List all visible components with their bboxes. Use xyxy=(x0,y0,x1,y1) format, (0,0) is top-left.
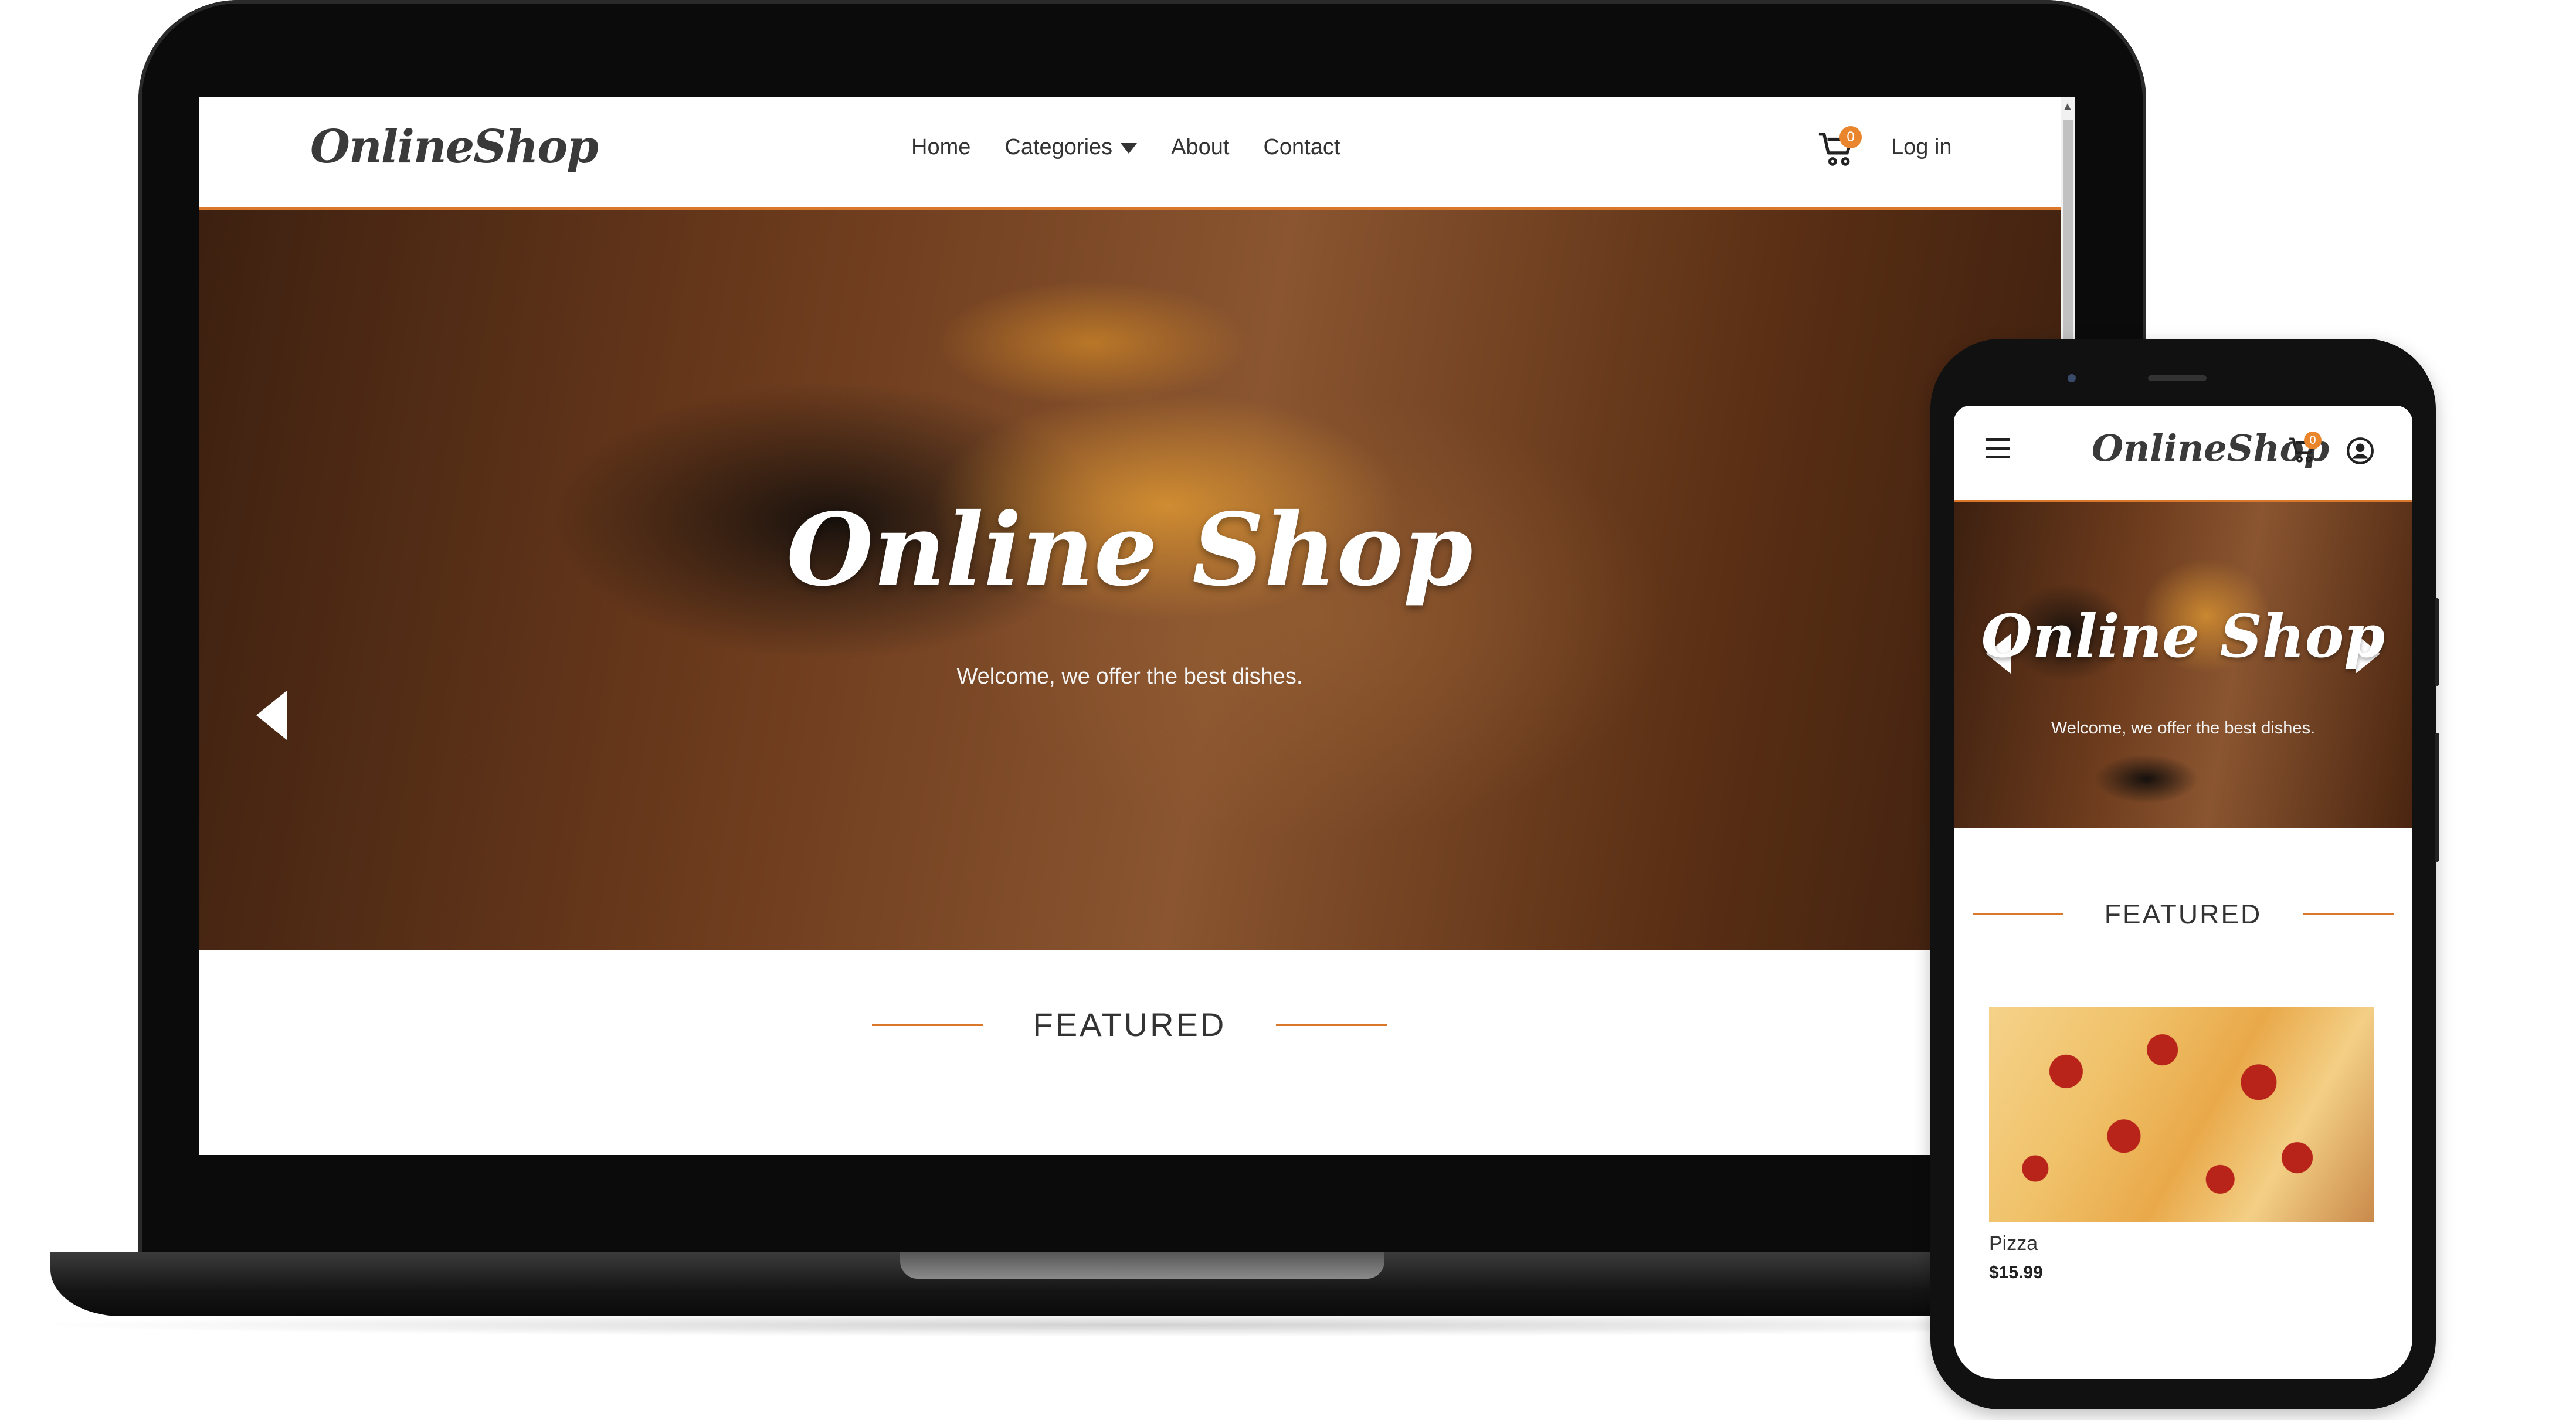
logo-text: OnlineShop xyxy=(310,120,599,174)
hero-subtitle: Welcome, we offer the best dishes. xyxy=(2051,719,2316,738)
laptop-notch xyxy=(900,1252,1384,1279)
user-account-icon[interactable] xyxy=(2346,436,2375,466)
phone-speaker xyxy=(2148,375,2207,381)
phone-side-button-2 xyxy=(2435,733,2439,862)
mobile-hero-carousel: Online Shop Welcome, we offer the best d… xyxy=(1954,502,2412,828)
desktop-logo[interactable]: OnlineShop xyxy=(310,114,599,174)
product-name[interactable]: Pizza xyxy=(1989,1232,2038,1255)
featured-heading: FEATURED xyxy=(1954,898,2412,930)
nav-categories[interactable]: Categories xyxy=(1004,135,1138,160)
divider-left xyxy=(872,1023,984,1026)
divider-right xyxy=(2302,913,2394,915)
cart-badge: 0 xyxy=(1839,126,1862,148)
hero-carousel: Online Shop Welcome, we offer the best d… xyxy=(199,210,2061,950)
login-link[interactable]: Log in xyxy=(1891,135,1952,160)
cart-badge: 0 xyxy=(2304,432,2322,449)
featured-label: FEATURED xyxy=(1033,1006,1227,1043)
laptop-shadow xyxy=(23,1313,2252,1337)
desktop-menu: Home Categories About Contact xyxy=(911,135,1340,160)
hamburger-menu-icon[interactable] xyxy=(1986,438,2010,459)
desktop-screen: OnlineShop Home Categories About Contact… xyxy=(199,97,2075,1155)
nav-about[interactable]: About xyxy=(1171,135,1229,160)
mobile-screen: OnlineShop 0 Online Shop Welcome, we off… xyxy=(1954,406,2412,1379)
featured-label: FEATURED xyxy=(2104,899,2262,929)
phone-side-button xyxy=(2435,598,2439,686)
product-price: $15.99 xyxy=(1989,1263,2043,1282)
nav-home[interactable]: Home xyxy=(911,135,970,160)
scroll-up-arrow-icon[interactable]: ▲ xyxy=(2062,100,2073,114)
nav-contact[interactable]: Contact xyxy=(1263,135,1340,160)
phone-camera xyxy=(2068,374,2076,382)
nav-categories-label: Categories xyxy=(1004,135,1113,159)
mobile-navbar: OnlineShop 0 xyxy=(1954,406,2412,502)
caret-down-icon xyxy=(1121,142,1138,154)
desktop-navbar: OnlineShop Home Categories About Contact… xyxy=(199,97,2061,210)
divider-right xyxy=(1275,1023,1387,1026)
carousel-prev-arrow-icon[interactable] xyxy=(256,691,287,740)
product-image-pizza[interactable] xyxy=(1989,1007,2374,1222)
hero-title: Online Shop xyxy=(786,491,1473,609)
hero-subtitle: Welcome, we offer the best dishes. xyxy=(956,664,1303,689)
featured-heading: FEATURED xyxy=(199,1005,2061,1044)
hero-title: Online Shop xyxy=(1981,602,2385,671)
divider-left xyxy=(1973,913,2064,915)
